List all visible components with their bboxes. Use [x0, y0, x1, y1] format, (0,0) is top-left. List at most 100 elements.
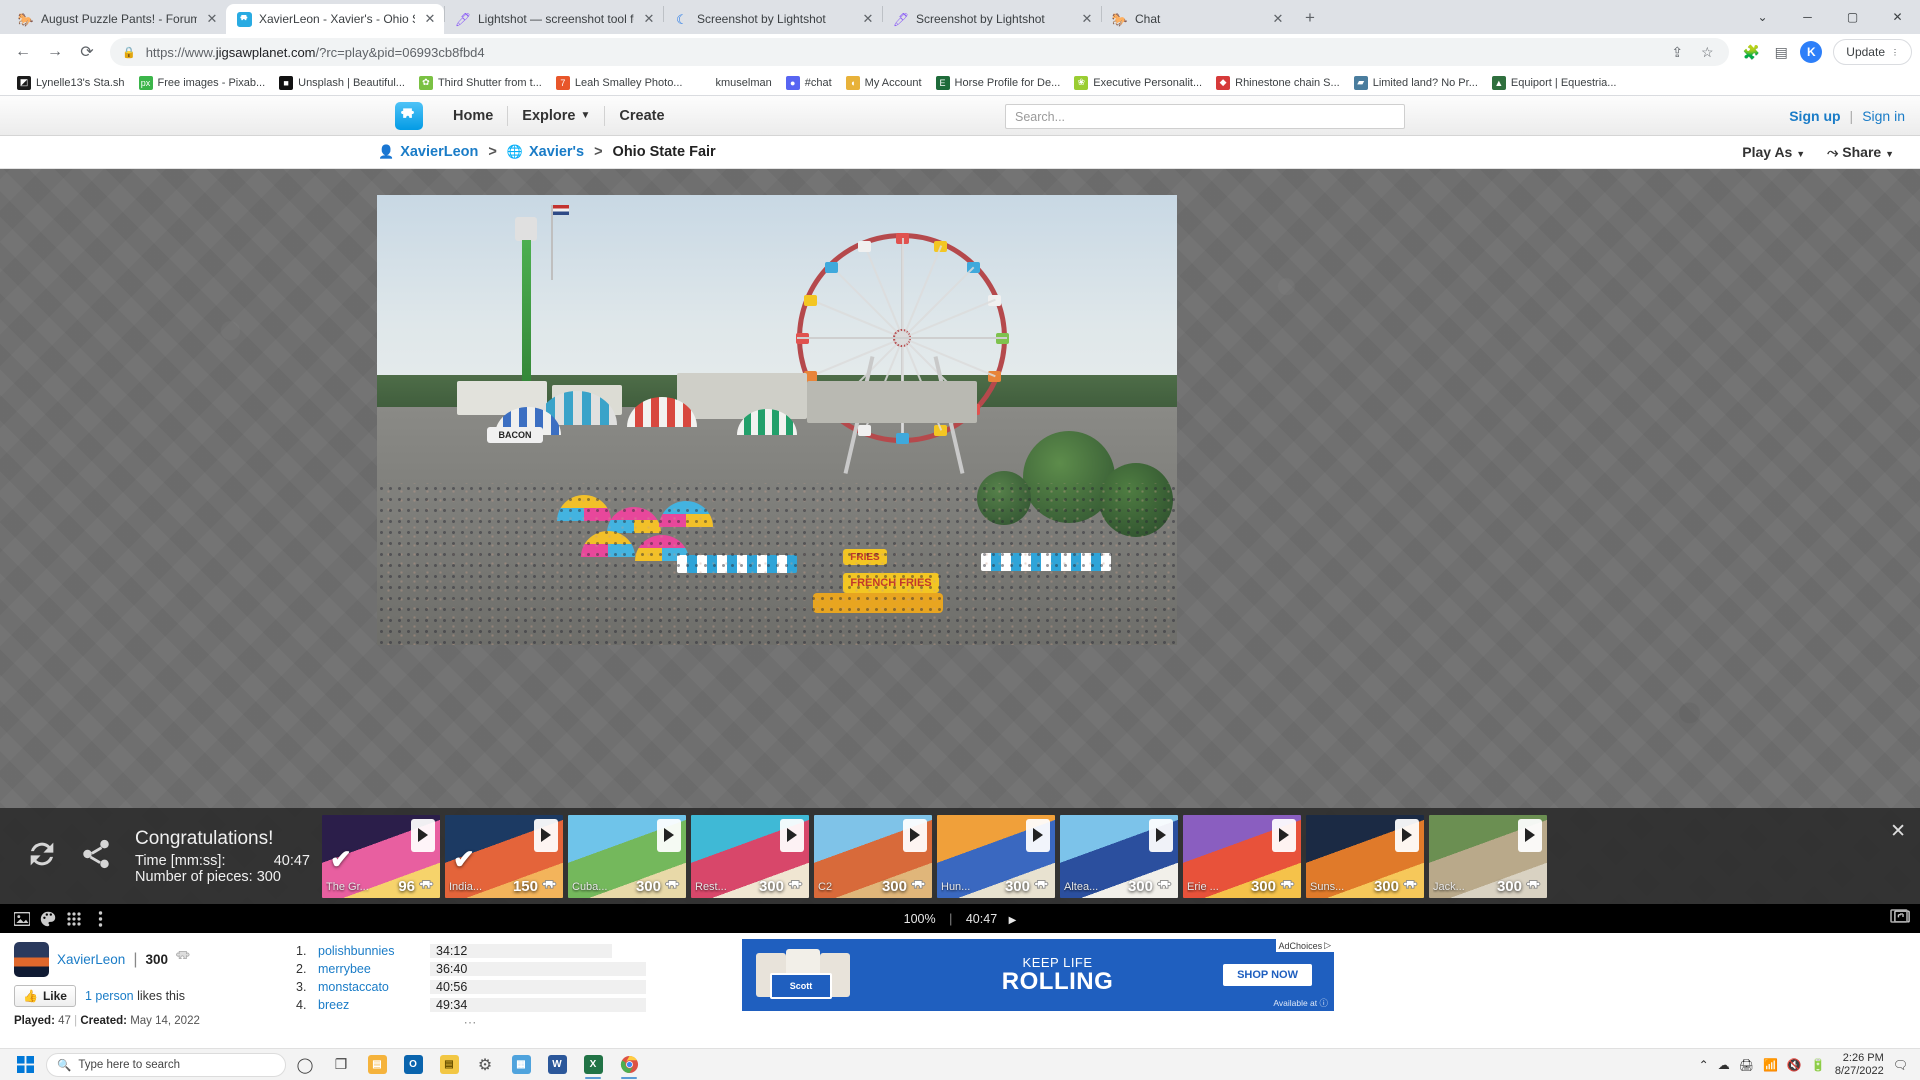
expand-icon[interactable] [1890, 909, 1908, 928]
suggested-puzzle-thumb[interactable]: ✔ The Gr... 96 [322, 814, 440, 898]
close-icon[interactable]: ✕ [422, 11, 438, 27]
suggested-puzzle-thumb[interactable]: Rest... 300 [691, 814, 809, 898]
play-button[interactable] [1026, 818, 1050, 852]
jigsaw-logo-icon[interactable] [395, 101, 423, 130]
browser-tab-4[interactable]: 🖊 Screenshot by Lightshot ✕ [883, 4, 1101, 34]
site-search-input[interactable]: Search... [1005, 104, 1405, 129]
wifi-icon[interactable]: 📶 [1763, 1058, 1778, 1072]
tab-search-icon[interactable]: ⌄ [1740, 2, 1785, 32]
sticky-notes-icon[interactable]: ▤ [432, 1050, 466, 1080]
owner-name[interactable]: XavierLeon [57, 952, 125, 967]
excel-icon[interactable]: X [576, 1050, 610, 1080]
suggested-puzzle-thumb[interactable]: Cuba... 300 [568, 814, 686, 898]
close-window-button[interactable]: ✕ [1875, 2, 1920, 32]
suggested-puzzle-thumb[interactable]: C2 300 [814, 814, 932, 898]
taskbar-search-input[interactable]: 🔍 Type here to search [46, 1052, 286, 1077]
profile-avatar[interactable]: K [1797, 38, 1825, 66]
clock[interactable]: 2:26 PM 8/27/2022 [1835, 1052, 1884, 1077]
bookmark-item[interactable]: ▰ Limited land? No Pr... [1347, 74, 1485, 92]
play-button[interactable] [1518, 818, 1542, 852]
ad-shop-now-button[interactable]: SHOP NOW [1223, 964, 1312, 986]
browser-tab-1[interactable]: XavierLeon - Xavier's - Ohio State ✕ [226, 4, 444, 34]
close-icon[interactable]: ✕ [1890, 820, 1906, 843]
play-as-button[interactable]: Play As ▼ [1742, 144, 1805, 160]
sign-in-link[interactable]: Sign in [1862, 108, 1905, 124]
battery-icon[interactable]: 🔋 [1811, 1058, 1826, 1072]
bookmark-item[interactable]: ◩ Lynelle13's Sta.sh [10, 74, 132, 92]
browser-tab-3[interactable]: ☾ Screenshot by Lightshot ✕ [664, 4, 882, 34]
bookmark-item[interactable]: ❀ Executive Personalit... [1067, 74, 1209, 92]
volume-mute-icon[interactable]: 🔇 [1787, 1058, 1802, 1072]
cortana-icon[interactable]: ◯ [288, 1050, 322, 1080]
likes-link[interactable]: 1 person [85, 989, 134, 1003]
play-button[interactable] [657, 818, 681, 852]
owner-thumbnail[interactable] [14, 942, 49, 977]
leaderboard-player[interactable]: monstaccato [318, 980, 430, 994]
minimize-button[interactable]: ─ [1785, 2, 1830, 32]
printer-icon[interactable]: 🖨 [1739, 1058, 1754, 1072]
sign-up-link[interactable]: Sign up [1789, 108, 1840, 124]
bookmark-item[interactable]: ✿ Third Shutter from t... [412, 74, 549, 92]
bookmark-item[interactable]: px Free images - Pixab... [132, 74, 273, 92]
chrome-icon[interactable] [612, 1050, 646, 1080]
bookmark-item[interactable]: ▲ Equiport | Equestria... [1485, 74, 1624, 92]
leaderboard-player[interactable]: merrybee [318, 962, 430, 976]
leaderboard-player[interactable]: polishbunnies [318, 944, 430, 958]
nav-explore[interactable]: Explore ▼ [508, 108, 604, 124]
play-button[interactable] [534, 818, 558, 852]
bookmark-item[interactable]: ■ Unsplash | Beautiful... [272, 74, 412, 92]
suggested-puzzle-thumb[interactable]: Jack... 300 [1429, 814, 1547, 898]
bookmark-item[interactable]: ◆ Rhinestone chain S... [1209, 74, 1347, 92]
onedrive-icon[interactable]: ☁ [1718, 1058, 1730, 1072]
extensions-icon[interactable]: 🧩 [1737, 38, 1765, 66]
suggested-puzzle-thumb[interactable]: Altea... 300 [1060, 814, 1178, 898]
browser-tab-0[interactable]: 🐎 August Puzzle Pants! - Forum Top ✕ [8, 4, 226, 34]
word-icon[interactable]: W [540, 1050, 574, 1080]
breadcrumb-user[interactable]: XavierLeon [400, 144, 478, 160]
breadcrumb-gallery[interactable]: Xavier's [529, 144, 584, 160]
browser-tab-2[interactable]: 🖊 Lightshot — screenshot tool for ✕ [445, 4, 663, 34]
task-view-icon[interactable]: ❐ [324, 1050, 358, 1080]
calculator-icon[interactable]: ▦ [504, 1050, 538, 1080]
address-bar[interactable]: 🔒 https://www.jigsawplanet.com/?rc=play&… [110, 38, 1730, 66]
close-icon[interactable]: ✕ [1270, 11, 1286, 27]
close-icon[interactable]: ✕ [641, 11, 657, 27]
bookmark-item[interactable]: ◖ My Account [839, 74, 929, 92]
nav-create[interactable]: Create [605, 108, 678, 124]
suggested-puzzle-thumb[interactable]: Erie ... 300 [1183, 814, 1301, 898]
close-icon[interactable]: ✕ [204, 11, 220, 27]
share-nodes-icon[interactable] [79, 837, 113, 876]
browser-tab-5[interactable]: 🐎 Chat ✕ [1102, 4, 1292, 34]
play-button[interactable] [1149, 818, 1173, 852]
bookmark-item[interactable]: 7 Leah Smalley Photo... [549, 74, 690, 92]
update-button[interactable]: Update ⋮ [1833, 39, 1912, 65]
share-page-icon[interactable]: ⇪ [1667, 38, 1687, 66]
leaderboard-more[interactable]: ⋯ [296, 1015, 646, 1031]
forward-icon[interactable]: → [40, 37, 70, 67]
restart-icon[interactable] [25, 837, 59, 876]
maximize-button[interactable]: ▢ [1830, 2, 1875, 32]
puzzle-board[interactable]: BACON FRENCH FRIES FRIES [0, 169, 1920, 904]
reload-icon[interactable]: ⟳ [72, 37, 102, 67]
leaderboard-player[interactable]: breez [318, 998, 430, 1012]
suggested-puzzle-thumb[interactable]: Suns... 300 [1306, 814, 1424, 898]
play-button[interactable] [1272, 818, 1296, 852]
puzzle-image[interactable]: BACON FRENCH FRIES FRIES [377, 195, 1177, 645]
suggested-puzzle-thumb[interactable]: ✔ India... 150 [445, 814, 563, 898]
settings-icon[interactable]: ⚙ [468, 1050, 502, 1080]
share-button[interactable]: ⤳ Share ▼ [1827, 144, 1894, 161]
advertisement[interactable]: Scott KEEP LIFE ROLLING SHOP NOW AdChoic… [742, 939, 1334, 1011]
file-explorer-icon[interactable]: ▤ [360, 1050, 394, 1080]
like-button[interactable]: 👍 Like [14, 985, 76, 1007]
play-button[interactable] [1395, 818, 1419, 852]
play-button[interactable] [903, 818, 927, 852]
play-icon[interactable]: ▶ [1009, 915, 1017, 926]
close-icon[interactable]: ✕ [1079, 11, 1095, 27]
bookmark-item[interactable]: E Horse Profile for De... [929, 74, 1068, 92]
back-icon[interactable]: ← [8, 37, 38, 67]
nav-home[interactable]: Home [439, 108, 507, 124]
adchoices-badge[interactable]: AdChoices ▷ [1275, 939, 1334, 952]
new-tab-button[interactable]: + [1296, 4, 1324, 32]
bookmark-star-icon[interactable]: ☆ [1697, 38, 1717, 66]
play-button[interactable] [411, 818, 435, 852]
